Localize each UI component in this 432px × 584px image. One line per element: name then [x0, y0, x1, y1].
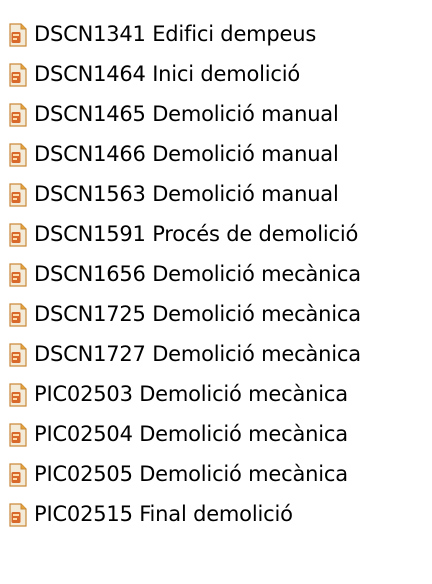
file-item[interactable]: PIC02505 Demolició mecànica	[0, 454, 432, 494]
file-item[interactable]: DSCN1341 Edifici dempeus	[0, 14, 432, 54]
file-item[interactable]: DSCN1656 Demolició mecànica	[0, 254, 432, 294]
pdf-document-icon	[7, 343, 29, 367]
pdf-document-icon	[7, 503, 29, 527]
file-name: DSCN1466 Demolició manual	[34, 142, 339, 166]
file-list: DSCN1341 Edifici dempeus DSCN1464 Inici …	[0, 0, 432, 584]
file-name: DSCN1563 Demolició manual	[34, 182, 339, 206]
file-item[interactable]: DSCN1464 Inici demolició	[0, 54, 432, 94]
file-item[interactable]: DSCN1725 Demolició mecànica	[0, 294, 432, 334]
pdf-document-icon	[7, 63, 29, 87]
file-item[interactable]: DSCN1727 Demolició mecànica	[0, 334, 432, 374]
file-item[interactable]: DSCN1466 Demolició manual	[0, 134, 432, 174]
file-name: DSCN1725 Demolició mecànica	[34, 302, 361, 326]
pdf-document-icon	[7, 223, 29, 247]
file-name: DSCN1591 Procés de demolició	[34, 222, 359, 246]
file-name: PIC02503 Demolició mecànica	[34, 382, 348, 406]
file-name: DSCN1656 Demolició mecànica	[34, 262, 361, 286]
pdf-document-icon	[7, 183, 29, 207]
file-item[interactable]: PIC02504 Demolició mecànica	[0, 414, 432, 454]
pdf-document-icon	[7, 103, 29, 127]
file-name: DSCN1341 Edifici dempeus	[34, 22, 317, 46]
pdf-document-icon	[7, 423, 29, 447]
file-name: DSCN1465 Demolició manual	[34, 102, 339, 126]
pdf-document-icon	[7, 23, 29, 47]
pdf-document-icon	[7, 383, 29, 407]
file-name: DSCN1727 Demolició mecànica	[34, 342, 361, 366]
file-item[interactable]: DSCN1465 Demolició manual	[0, 94, 432, 134]
file-name: PIC02515 Final demolició	[34, 502, 293, 526]
pdf-document-icon	[7, 303, 29, 327]
file-name: DSCN1464 Inici demolició	[34, 62, 301, 86]
pdf-document-icon	[7, 463, 29, 487]
file-name: PIC02504 Demolició mecànica	[34, 422, 348, 446]
file-item[interactable]: PIC02503 Demolició mecànica	[0, 374, 432, 414]
file-item[interactable]: PIC02515 Final demolició	[0, 494, 432, 534]
file-name: PIC02505 Demolició mecànica	[34, 462, 348, 486]
pdf-document-icon	[7, 143, 29, 167]
file-item[interactable]: DSCN1563 Demolició manual	[0, 174, 432, 214]
pdf-document-icon	[7, 263, 29, 287]
file-item[interactable]: DSCN1591 Procés de demolició	[0, 214, 432, 254]
